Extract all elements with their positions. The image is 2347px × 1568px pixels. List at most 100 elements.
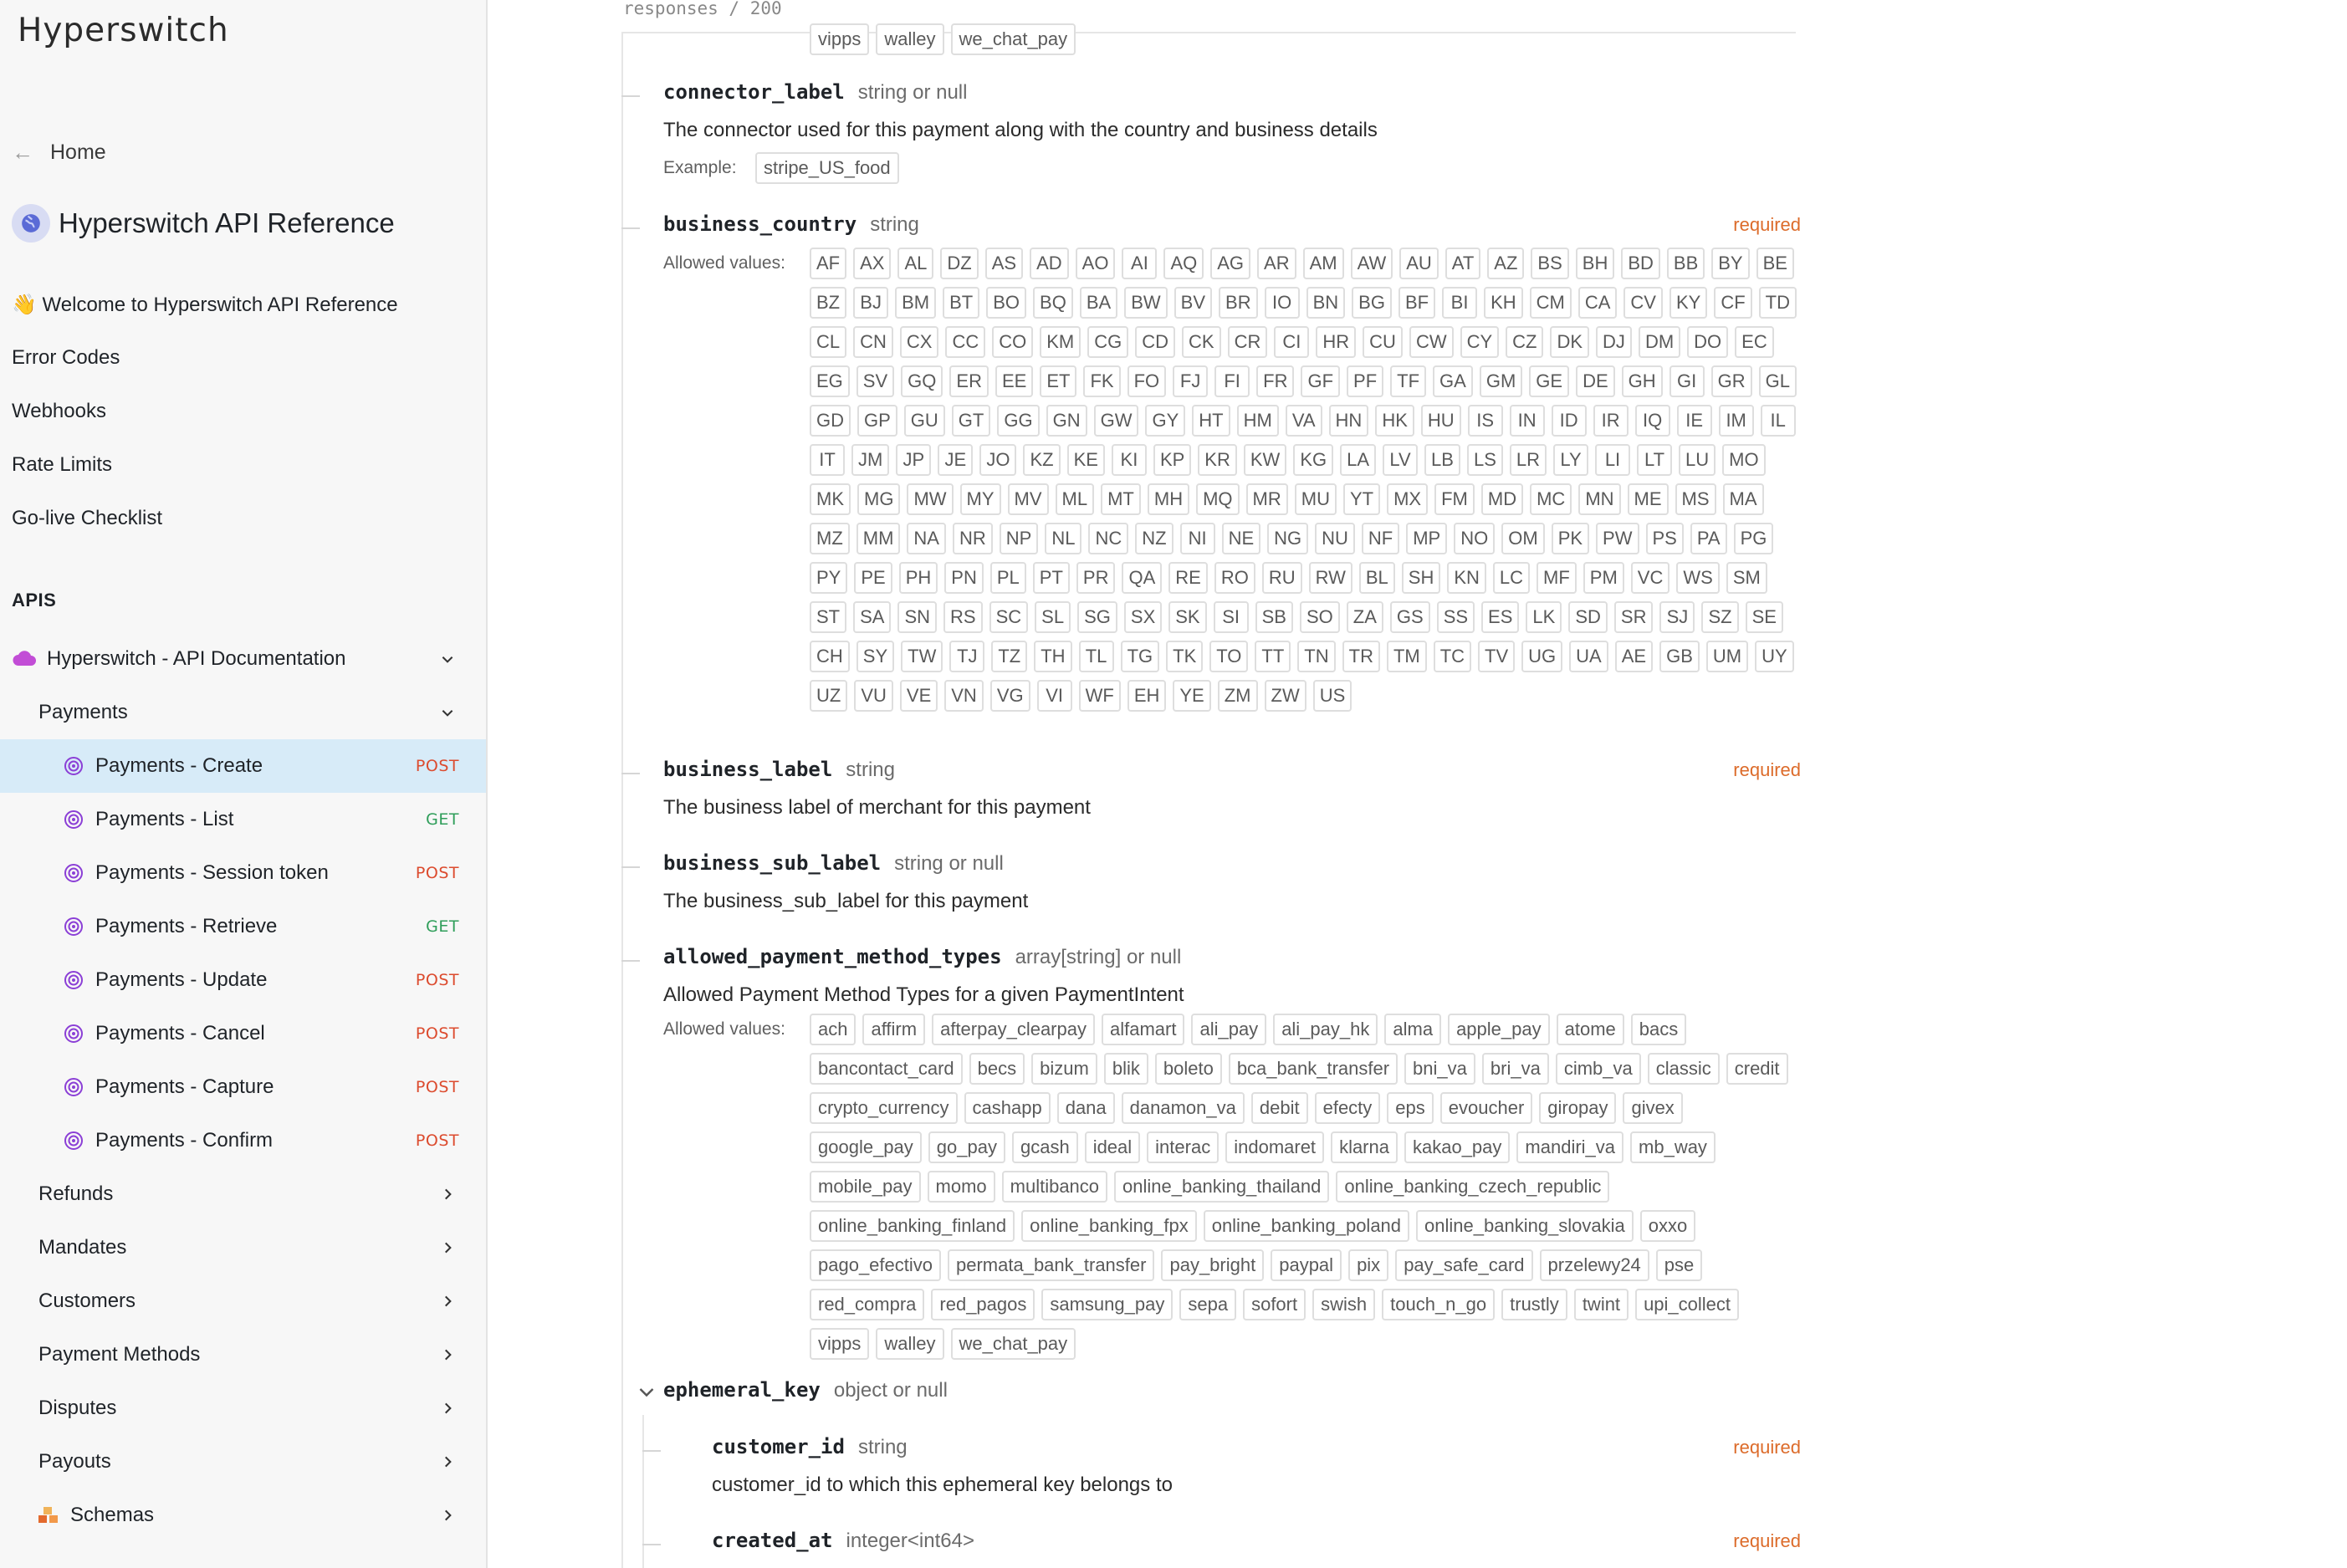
value-chip: BT bbox=[943, 287, 980, 319]
value-chip: TZ bbox=[991, 641, 1028, 672]
value-chip: GP bbox=[857, 405, 897, 437]
value-chip: GT bbox=[951, 405, 991, 437]
value-chip: ET bbox=[1040, 365, 1077, 397]
value-chip: BM bbox=[895, 287, 937, 319]
endpoint-item[interactable]: Payments - List GET bbox=[0, 793, 486, 846]
value-chip: walley bbox=[876, 1328, 944, 1360]
value-chip: gcash bbox=[1011, 1131, 1078, 1163]
value-chip: bancontact_card bbox=[810, 1053, 963, 1085]
value-chip: HU bbox=[1420, 405, 1461, 437]
value-chip: bni_va bbox=[1404, 1053, 1475, 1085]
value-chip: AW bbox=[1350, 248, 1393, 279]
endpoint-item[interactable]: Payments - Cancel POST bbox=[0, 1007, 486, 1060]
prop-description: The connector used for this payment alon… bbox=[663, 119, 1378, 141]
endpoint-item[interactable]: Payments - Retrieve GET bbox=[0, 900, 486, 953]
prop-type: string bbox=[846, 758, 895, 781]
endpoint-item[interactable]: Payments - Confirm POST bbox=[0, 1114, 486, 1167]
tree-tick bbox=[621, 960, 640, 962]
prop-name: connector_label bbox=[663, 80, 845, 104]
value-chip: red_compra bbox=[810, 1289, 925, 1320]
value-chip: BY bbox=[1711, 248, 1750, 279]
prop-name: business_sub_label bbox=[663, 851, 882, 875]
nav-group-disputes[interactable]: Disputes bbox=[0, 1382, 486, 1435]
nav-group-label: Payment Methods bbox=[38, 1343, 201, 1366]
nav-rate-limits[interactable]: Rate Limits bbox=[12, 453, 112, 477]
value-chip: ideal bbox=[1084, 1131, 1141, 1163]
value-chip: PH bbox=[898, 562, 938, 594]
endpoint-icon bbox=[64, 1131, 83, 1150]
value-chip: CW bbox=[1409, 326, 1454, 358]
chevron-right-icon bbox=[432, 1233, 463, 1263]
nav-group-mandates[interactable]: Mandates bbox=[0, 1221, 486, 1274]
value-chip: RO bbox=[1214, 562, 1255, 594]
endpoint-item[interactable]: Payments - Update POST bbox=[0, 953, 486, 1007]
nav-group-customers[interactable]: Customers bbox=[0, 1274, 486, 1328]
value-chip: przelewy24 bbox=[1539, 1249, 1649, 1281]
endpoint-item[interactable]: Payments - Capture POST bbox=[0, 1060, 486, 1114]
prop-type: string bbox=[870, 213, 919, 236]
value-chip: SH bbox=[1401, 562, 1441, 594]
value-chip: pay_bright bbox=[1161, 1249, 1265, 1281]
nav-welcome[interactable]: 👋 Welcome to Hyperswitch API Reference bbox=[12, 293, 398, 317]
main-content: responses / 200 vipps walley we_chat_pay c… bbox=[488, 0, 2347, 1568]
tree-tick bbox=[642, 1544, 661, 1545]
value-chip: TT bbox=[1255, 641, 1291, 672]
value-chip: crypto_currency bbox=[810, 1092, 958, 1124]
value-chip: IO bbox=[1264, 287, 1300, 319]
payments-group[interactable]: Payments bbox=[0, 686, 486, 739]
value-chip: online_banking_thailand bbox=[1114, 1171, 1330, 1203]
value-chip: bacs bbox=[1630, 1014, 1687, 1045]
nav-group-schemas[interactable]: Schemas bbox=[0, 1489, 486, 1542]
value-chip: RE bbox=[1168, 562, 1208, 594]
value-chip: GG bbox=[997, 405, 1040, 437]
nav-group-payouts[interactable]: Payouts bbox=[0, 1435, 486, 1489]
value-chip: DE bbox=[1576, 365, 1615, 397]
value-chip: NZ bbox=[1135, 523, 1174, 554]
method-badge: POST bbox=[415, 971, 459, 989]
value-chip: KI bbox=[1111, 444, 1147, 476]
value-chip: NL bbox=[1045, 523, 1082, 554]
value-chip: PF bbox=[1347, 365, 1384, 397]
value-chip: UA bbox=[1569, 641, 1608, 672]
value-chip: PE bbox=[854, 562, 892, 594]
nav-webhooks[interactable]: Webhooks bbox=[12, 400, 106, 423]
value-chip: BZ bbox=[810, 287, 847, 319]
nav-error-codes[interactable]: Error Codes bbox=[12, 346, 120, 370]
value-chip: bri_va bbox=[1481, 1053, 1549, 1085]
nav-go-live-checklist[interactable]: Go-live Checklist bbox=[12, 507, 162, 530]
api-reference-title[interactable]: Hyperswitch API Reference bbox=[12, 204, 395, 243]
value-chip: BA bbox=[1079, 287, 1118, 319]
value-chip: RS bbox=[943, 601, 983, 633]
value-chip: SY bbox=[856, 641, 895, 672]
value-chip: BL bbox=[1358, 562, 1395, 594]
home-link[interactable]: ← Home bbox=[12, 137, 106, 167]
nav-group-refunds[interactable]: Refunds bbox=[0, 1167, 486, 1221]
prop-type: string or null bbox=[894, 852, 1004, 875]
endpoint-label: Payments - Create bbox=[95, 754, 263, 777]
method-badge: POST bbox=[415, 1131, 459, 1150]
prop-ephemeral-key[interactable]: ephemeral_key object or null bbox=[663, 1378, 1801, 1408]
nav-group-payment-methods[interactable]: Payment Methods bbox=[0, 1328, 486, 1382]
endpoint-icon bbox=[64, 1024, 83, 1043]
required-badge: required bbox=[1733, 1437, 1801, 1458]
endpoint-item[interactable]: Payments - Create POST bbox=[0, 739, 486, 793]
chevron-down-icon[interactable] bbox=[637, 1382, 657, 1402]
required-badge: required bbox=[1733, 759, 1801, 780]
tree-tick bbox=[621, 95, 640, 97]
value-chip: AT bbox=[1445, 248, 1481, 279]
value-chip: PY bbox=[810, 562, 848, 594]
api-doc-group[interactable]: Hyperswitch - API Documentation bbox=[0, 632, 486, 686]
chevron-right-icon bbox=[432, 1393, 463, 1423]
brand-title[interactable]: Hyperswitch bbox=[18, 12, 229, 49]
value-chip: US bbox=[1312, 680, 1352, 712]
tree-tick bbox=[621, 773, 640, 774]
value-chip: HR bbox=[1316, 326, 1357, 358]
value-chip: TM bbox=[1386, 641, 1427, 672]
endpoint-item[interactable]: Payments - Session token POST bbox=[0, 846, 486, 900]
value-chip: AQ bbox=[1163, 248, 1204, 279]
value-chip: VC bbox=[1630, 562, 1670, 594]
value-chip: MY bbox=[959, 483, 1001, 515]
value-chip: WS bbox=[1676, 562, 1720, 594]
value-chip: PA bbox=[1690, 523, 1727, 554]
prop-type: string or null bbox=[857, 81, 968, 104]
